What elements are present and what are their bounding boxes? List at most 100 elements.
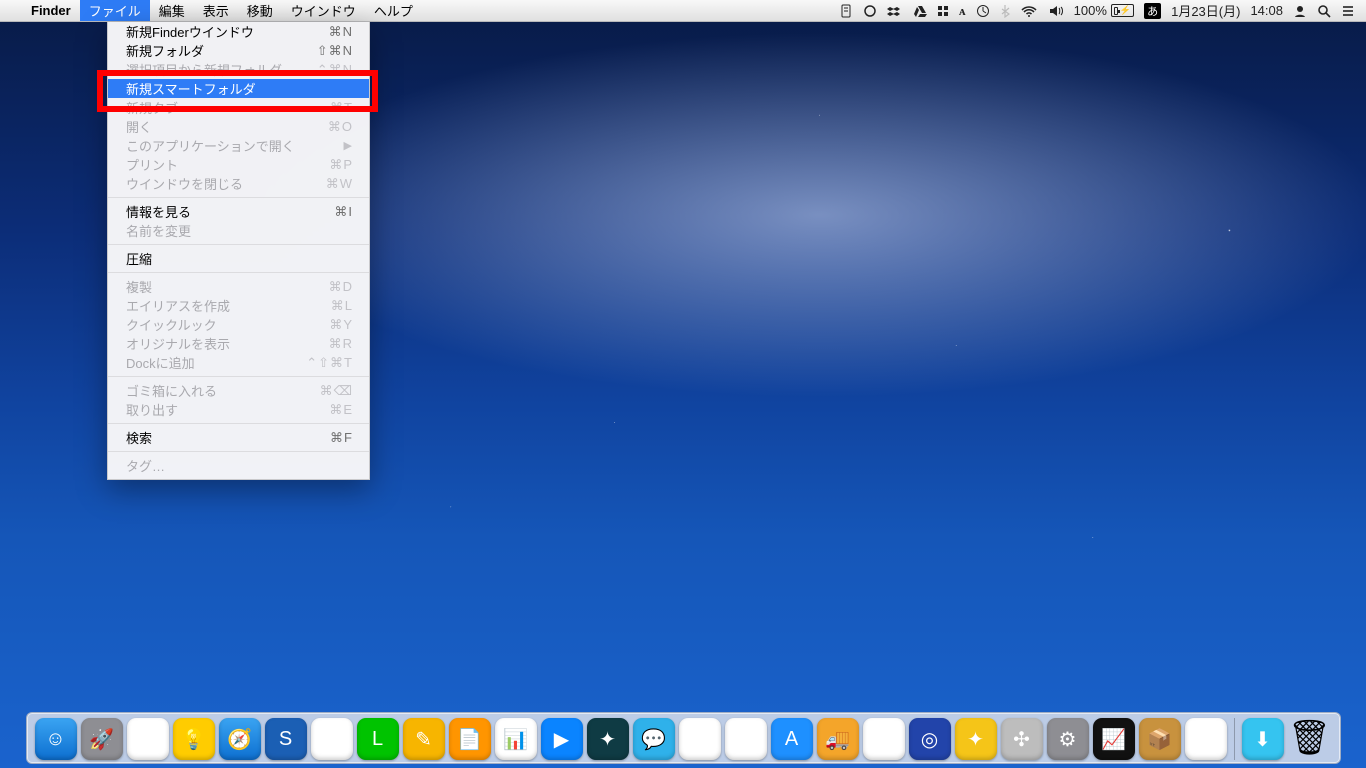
dock-app-sysprefs[interactable]: ⚙ bbox=[1047, 718, 1089, 760]
menu-item-shortcut: ⌘O bbox=[328, 119, 353, 135]
spotlight-icon[interactable] bbox=[1312, 0, 1336, 21]
dock-app-app-box[interactable]: 📦 bbox=[1139, 718, 1181, 760]
menu-go[interactable]: 移動 bbox=[238, 0, 282, 21]
dock-downloads[interactable]: ⬇ bbox=[1242, 718, 1284, 760]
status-circle-icon[interactable] bbox=[858, 0, 882, 21]
dock-app-photos[interactable]: ✿ bbox=[679, 718, 721, 760]
menu-separator bbox=[108, 272, 369, 273]
menu-item-label: ウインドウを閉じる bbox=[126, 174, 326, 193]
menu-item-label: 新規フォルダ bbox=[126, 41, 317, 60]
menu-item-圧縮[interactable]: 圧縮 bbox=[108, 249, 369, 268]
dock-app-safari[interactable]: 🧭 bbox=[219, 718, 261, 760]
dock-app-activity[interactable]: 📈 bbox=[1093, 718, 1135, 760]
menu-item-このアプリケーションで開く: このアプリケーションで開く▶ bbox=[108, 136, 369, 155]
menu-item-複製: 複製⌘D bbox=[108, 277, 369, 296]
dock-app-tips[interactable]: 💡 bbox=[173, 718, 215, 760]
dock-app-app-yellow[interactable]: ✎ bbox=[403, 718, 445, 760]
menu-item-label: このアプリケーションで開く bbox=[126, 136, 344, 155]
menu-help[interactable]: ヘルプ bbox=[365, 0, 422, 21]
menu-item-label: 新規スマートフォルダ bbox=[126, 79, 353, 98]
dock-app-mail[interactable]: ✉ bbox=[311, 718, 353, 760]
menu-item-label: Dockに追加 bbox=[126, 353, 306, 372]
menu-item-Dockに追加: Dockに追加⌃⇧⌘T bbox=[108, 353, 369, 372]
dock-app-app-yellow2[interactable]: ✦ bbox=[955, 718, 997, 760]
menu-item-名前を変更: 名前を変更 bbox=[108, 221, 369, 240]
dock-app-app-truck[interactable]: 🚚 bbox=[817, 718, 859, 760]
dock-app-app-bars[interactable]: ▮ bbox=[1185, 718, 1227, 760]
menu-item-label: 複製 bbox=[126, 277, 329, 296]
menu-item-ウインドウを閉じる: ウインドウを閉じる⌘W bbox=[108, 174, 369, 193]
dock-app-numbers[interactable]: 📊 bbox=[495, 718, 537, 760]
dock-app-chrome[interactable]: ◉ bbox=[127, 718, 169, 760]
menu-item-新規フォルダ[interactable]: 新規フォルダ⇧⌘N bbox=[108, 41, 369, 60]
menu-item-label: 開く bbox=[126, 117, 328, 136]
file-menu-dropdown: 新規Finderウインドウ⌘N新規フォルダ⇧⌘N選択項目から新規フォルダ⌃⌘N新… bbox=[107, 22, 370, 480]
dock-app-keynote[interactable]: ▶ bbox=[541, 718, 583, 760]
menu-item-shortcut: ⌘N bbox=[329, 24, 353, 40]
dock-app-line[interactable]: L bbox=[357, 718, 399, 760]
status-icon[interactable] bbox=[834, 0, 858, 21]
menu-item-shortcut: ⌘L bbox=[331, 298, 353, 314]
menu-item-label: 選択項目から新規フォルダ bbox=[126, 60, 317, 79]
dock-app-ms[interactable]: ⊞ bbox=[863, 718, 905, 760]
dock-app-app-blue-s[interactable]: S bbox=[265, 718, 307, 760]
menu-view[interactable]: 表示 bbox=[194, 0, 238, 21]
status-a-icon[interactable]: ᴀ bbox=[954, 0, 971, 21]
clock-icon[interactable] bbox=[971, 0, 995, 21]
menu-item-label: 名前を変更 bbox=[126, 221, 353, 240]
dock-app-appstore[interactable]: A bbox=[771, 718, 813, 760]
menu-item-label: エイリアスを作成 bbox=[126, 296, 331, 315]
dock-app-app-gear[interactable]: ✣ bbox=[1001, 718, 1043, 760]
menu-item-label: ゴミ箱に入れる bbox=[126, 381, 320, 400]
menu-item-label: 新規Finderウインドウ bbox=[126, 22, 329, 41]
dock-app-itunes[interactable]: ♪ bbox=[725, 718, 767, 760]
dock-app-launchpad[interactable]: 🚀 bbox=[81, 718, 123, 760]
ime-status[interactable]: あ bbox=[1139, 0, 1166, 21]
bluetooth-icon[interactable] bbox=[995, 0, 1015, 21]
user-icon[interactable] bbox=[1288, 0, 1312, 21]
date-status[interactable]: 1月23日(月) bbox=[1166, 0, 1245, 21]
volume-icon[interactable] bbox=[1043, 0, 1069, 21]
menu-item-shortcut: ⌘I bbox=[334, 204, 353, 220]
menubar: Finder ファイル 編集 表示 移動 ウインドウ ヘルプ ᴀ 100% ⚡ … bbox=[0, 0, 1366, 22]
menu-item-shortcut: ⌘Y bbox=[329, 317, 353, 333]
notification-center-icon[interactable] bbox=[1336, 0, 1360, 21]
dock-trash[interactable]: 🗑 bbox=[1288, 716, 1332, 760]
dock-app-messages[interactable]: 💬 bbox=[633, 718, 675, 760]
apple-menu[interactable] bbox=[0, 0, 22, 21]
wifi-icon[interactable] bbox=[1015, 0, 1043, 21]
menu-item-新規タブ: 新規タブ⌘T bbox=[108, 98, 369, 117]
dock-separator bbox=[1234, 718, 1235, 760]
dock-app-finder[interactable]: ☺ bbox=[35, 718, 77, 760]
menu-file[interactable]: ファイル bbox=[80, 0, 150, 21]
menu-item-検索[interactable]: 検索⌘F bbox=[108, 428, 369, 447]
menu-item-shortcut: ⌘F bbox=[330, 430, 353, 446]
dock: ☺🚀◉💡🧭S✉L✎📄📊▶✦💬✿♪A🚚⊞◎✦✣⚙📈📦▮⬇🗑 bbox=[26, 712, 1341, 764]
menu-item-shortcut: ⌘E bbox=[329, 402, 353, 418]
menu-item-label: 圧縮 bbox=[126, 249, 353, 268]
menu-separator bbox=[108, 423, 369, 424]
menu-separator bbox=[108, 197, 369, 198]
submenu-arrow-icon: ▶ bbox=[344, 139, 353, 152]
menu-item-shortcut: ⌃⇧⌘T bbox=[306, 355, 353, 371]
dropbox-icon[interactable] bbox=[882, 0, 908, 21]
menu-item-新規Finderウインドウ[interactable]: 新規Finderウインドウ⌘N bbox=[108, 22, 369, 41]
menu-item-情報を見る[interactable]: 情報を見る⌘I bbox=[108, 202, 369, 221]
dock-app-app-teal[interactable]: ✦ bbox=[587, 718, 629, 760]
menu-separator bbox=[108, 451, 369, 452]
menu-window[interactable]: ウインドウ bbox=[282, 0, 365, 21]
menu-item-label: 情報を見る bbox=[126, 202, 334, 221]
gdrive-icon[interactable] bbox=[908, 0, 932, 21]
menu-item-label: オリジナルを表示 bbox=[126, 334, 329, 353]
app-name[interactable]: Finder bbox=[22, 0, 80, 21]
menu-edit[interactable]: 編集 bbox=[150, 0, 194, 21]
menu-item-shortcut: ⌘T bbox=[330, 100, 353, 116]
battery-status[interactable]: 100% ⚡ bbox=[1069, 0, 1139, 21]
menu-item-新規スマートフォルダ[interactable]: 新規スマートフォルダ bbox=[108, 79, 369, 98]
dock-app-app-scan[interactable]: ◎ bbox=[909, 718, 951, 760]
status-grid-icon[interactable] bbox=[932, 0, 954, 21]
menu-item-label: タグ… bbox=[126, 456, 353, 475]
menu-item-label: 新規タブ bbox=[126, 98, 330, 117]
dock-app-pages[interactable]: 📄 bbox=[449, 718, 491, 760]
time-status[interactable]: 14:08 bbox=[1245, 0, 1288, 21]
